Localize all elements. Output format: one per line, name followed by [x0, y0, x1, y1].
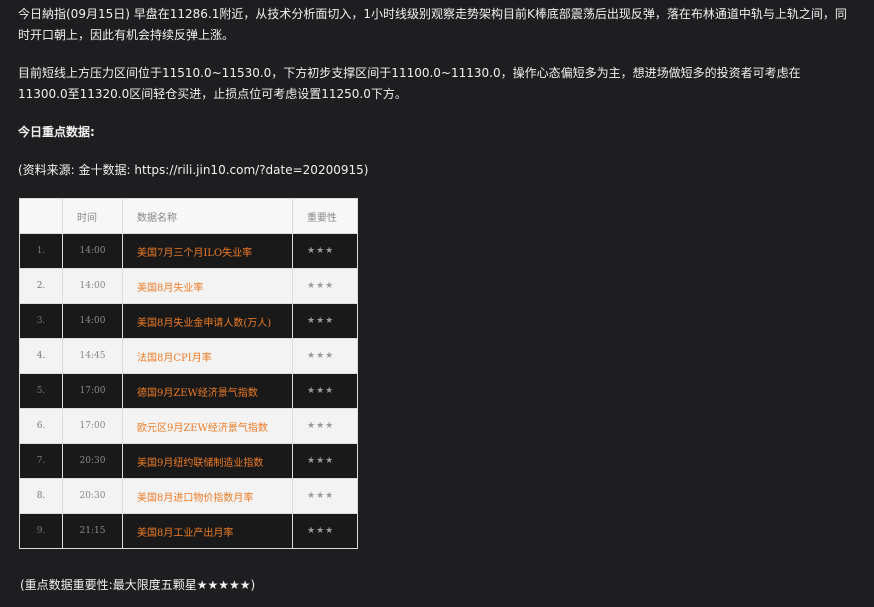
key-data-heading: 今日重点数据:	[18, 125, 95, 139]
row-index: 5.	[19, 373, 63, 409]
analysis-paragraph-2: 目前短线上方压力区间位于11510.0~11530.0，下方初步支撑区间于111…	[18, 66, 801, 101]
table-row: 3. 14:00 美国8月失业金申请人数(万人) ★★★	[19, 303, 358, 339]
row-name: 美国7月三个月ILO失业率	[122, 233, 293, 269]
table-row: 7. 20:30 美国9月纽约联储制造业指数 ★★★	[19, 443, 358, 479]
row-index: 2.	[19, 268, 63, 304]
table-row: 9. 21:15 美国8月工业产出月率 ★★★	[19, 513, 358, 549]
row-importance: ★★★	[292, 338, 358, 374]
row-importance: ★★★	[292, 443, 358, 479]
table-row: 8. 20:30 美国8月进口物价指数月率 ★★★	[19, 478, 358, 514]
row-importance: ★★★	[292, 408, 358, 444]
importance-footnote: (重点数据重要性:最大限度五颗星★★★★★)	[20, 578, 256, 592]
row-time: 14:00	[62, 268, 123, 304]
row-time: 17:00	[62, 408, 123, 444]
row-importance: ★★★	[292, 268, 358, 304]
table-row: 4. 14:45 法国8月CPI月率 ★★★	[19, 338, 358, 374]
row-time: 14:00	[62, 303, 123, 339]
row-time: 20:30	[62, 443, 123, 479]
table-row: 1. 14:00 美国7月三个月ILO失业率 ★★★	[19, 233, 358, 269]
row-index: 8.	[19, 478, 63, 514]
table-row: 2. 14:00 美国8月失业率 ★★★	[19, 268, 358, 304]
row-name: 美国8月进口物价指数月率	[122, 478, 293, 514]
row-importance: ★★★	[292, 513, 358, 549]
row-name: 欧元区9月ZEW经济景气指数	[122, 408, 293, 444]
row-name: 美国8月失业率	[122, 268, 293, 304]
row-index: 3.	[19, 303, 63, 339]
table-header-row: 时间 数据名称 重要性	[19, 198, 358, 234]
row-name: 美国8月失业金申请人数(万人)	[122, 303, 293, 339]
row-index: 6.	[19, 408, 63, 444]
table-row: 6. 17:00 欧元区9月ZEW经济景气指数 ★★★	[19, 408, 358, 444]
header-index	[19, 198, 63, 234]
row-importance: ★★★	[292, 233, 358, 269]
row-importance: ★★★	[292, 303, 358, 339]
analysis-paragraph-1: 今日納指(09月15日) 早盘在11286.1附近，从技术分析面切入，1小时线级…	[18, 7, 847, 42]
header-time: 时间	[62, 198, 123, 234]
row-importance: ★★★	[292, 478, 358, 514]
row-time: 21:15	[62, 513, 123, 549]
row-name: 法国8月CPI月率	[122, 338, 293, 374]
row-name: 美国8月工业产出月率	[122, 513, 293, 549]
row-time: 14:00	[62, 233, 123, 269]
table-row: 5. 17:00 德国9月ZEW经济景气指数 ★★★	[19, 373, 358, 409]
row-index: 7.	[19, 443, 63, 479]
row-index: 1.	[19, 233, 63, 269]
row-importance: ★★★	[292, 373, 358, 409]
row-index: 4.	[19, 338, 63, 374]
economic-data-table: 时间 数据名称 重要性 1. 14:00 美国7月三个月ILO失业率 ★★★ 2…	[19, 198, 358, 549]
data-source-note: (资料来源: 金十数据: https://rili.jin10.com/?dat…	[18, 163, 369, 177]
row-name: 德国9月ZEW经济景气指数	[122, 373, 293, 409]
header-name: 数据名称	[122, 198, 293, 234]
row-time: 17:00	[62, 373, 123, 409]
row-time: 20:30	[62, 478, 123, 514]
row-name: 美国9月纽约联储制造业指数	[122, 443, 293, 479]
row-time: 14:45	[62, 338, 123, 374]
row-index: 9.	[19, 513, 63, 549]
header-importance: 重要性	[292, 198, 358, 234]
